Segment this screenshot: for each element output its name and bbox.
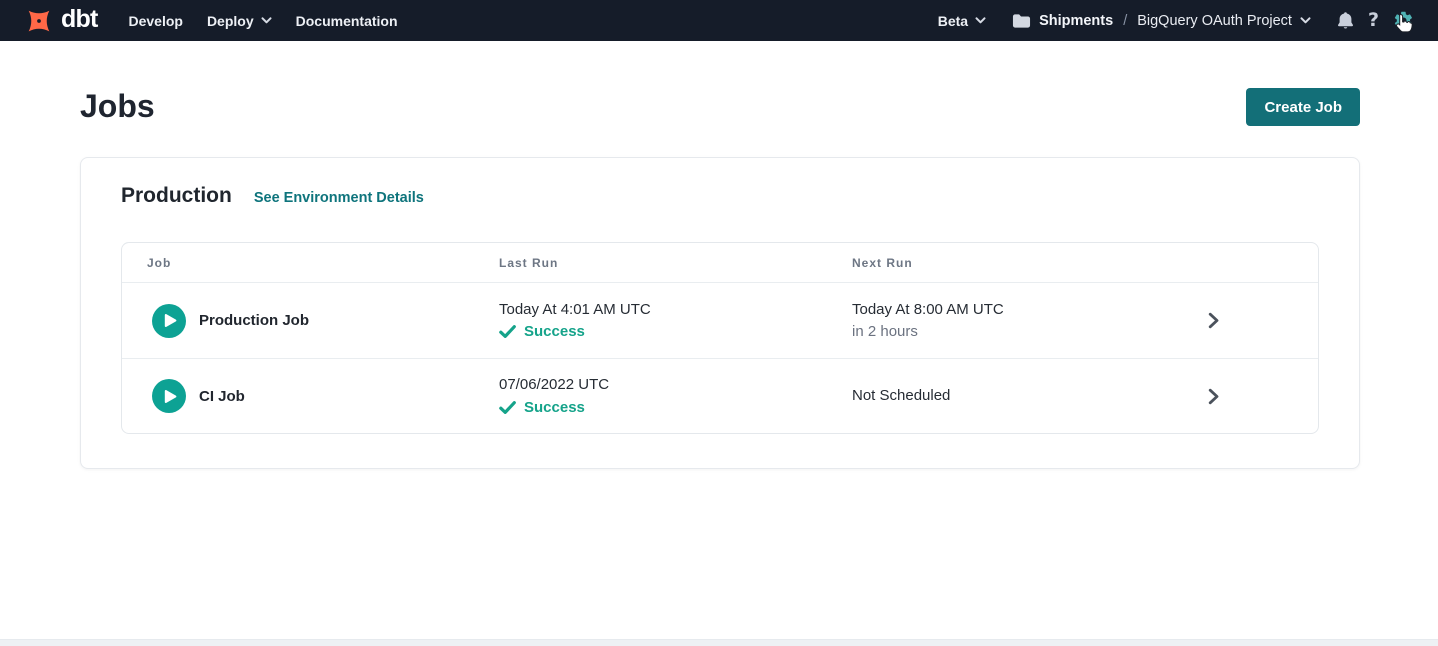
jobs-table: Job Last Run Next Run Production Job Tod… [121,242,1319,434]
play-icon [164,389,177,404]
nav-item-documentation-label: Documentation [296,13,398,29]
job-row-ci-job[interactable]: CI Job 07/06/2022 UTC Success Not Schedu… [122,358,1318,433]
page-content: Jobs Create Job Production See Environme… [0,87,1438,469]
status-label: Success [524,322,585,342]
job-name: CI Job [199,388,245,405]
breadcrumb-separator: / [1123,13,1127,29]
play-icon [164,313,177,328]
create-job-button[interactable]: Create Job [1246,88,1360,126]
help-icon: ? [1368,11,1379,30]
next-run-cell: Not Scheduled [852,386,1207,406]
last-run-cell: Today At 4:01 AM UTC Success [499,300,852,342]
navbar-right: Beta Shipments / BigQuery OAuth Project [938,10,1414,31]
job-cell: CI Job [147,379,499,413]
next-run-note: in 2 hours [852,322,1207,342]
run-job-button[interactable] [152,304,186,338]
status-label: Success [524,398,585,418]
navbar-icon-group: ? [1337,10,1414,31]
nav-item-develop-label: Develop [128,13,182,29]
chevron-right-icon [1208,388,1219,405]
jobs-table-header: Job Last Run Next Run [122,243,1318,283]
last-run-cell: 07/06/2022 UTC Success [499,375,852,417]
nav-item-documentation[interactable]: Documentation [296,13,398,29]
folder-icon [1012,13,1031,29]
page-header: Jobs Create Job [80,87,1360,127]
column-header-next-run: Next Run [852,256,1207,270]
run-job-button[interactable] [152,379,186,413]
beta-label: Beta [938,13,968,29]
job-row-production-job[interactable]: Production Job Today At 4:01 AM UTC Succ… [122,283,1318,358]
environment-card: Production See Environment Details Job L… [80,157,1360,469]
project-name: BigQuery OAuth Project [1137,13,1292,29]
row-open-chevron[interactable] [1207,388,1293,405]
last-run-time: Today At 4:01 AM UTC [499,300,852,320]
page-bottom-strip [0,639,1438,646]
nav-item-deploy-label: Deploy [207,13,254,29]
notifications-button[interactable] [1337,11,1354,30]
environment-details-link[interactable]: See Environment Details [254,190,424,206]
chevron-down-icon [975,17,986,24]
column-header-job: Job [147,256,499,270]
nav-item-develop[interactable]: Develop [128,13,182,29]
next-run-cell: Today At 8:00 AM UTC in 2 hours [852,300,1207,342]
next-run-time: Today At 8:00 AM UTC [852,300,1207,320]
row-open-chevron[interactable] [1207,312,1293,329]
help-button[interactable]: ? [1368,11,1379,30]
job-name: Production Job [199,312,309,329]
check-icon [499,325,516,338]
page-title: Jobs [80,89,155,124]
dbt-logo-icon [24,6,54,36]
project-picker[interactable]: Shipments / BigQuery OAuth Project [1012,13,1311,29]
environment-card-header: Production See Environment Details [121,184,1319,208]
chevron-right-icon [1208,312,1219,329]
top-navbar: dbt Develop Deploy Documentation Beta [0,0,1438,41]
chevron-down-icon [261,17,272,24]
primary-nav: Develop Deploy Documentation [128,13,397,29]
bell-icon [1337,11,1354,30]
dbt-logo-text: dbt [61,7,97,32]
nav-item-deploy[interactable]: Deploy [207,13,272,29]
gear-icon [1393,10,1414,31]
dbt-logo[interactable]: dbt [24,6,97,36]
settings-button[interactable] [1393,10,1414,31]
environment-name: Production [121,184,232,208]
project-account-name: Shipments [1039,13,1113,29]
check-icon [499,401,516,414]
next-run-time: Not Scheduled [852,386,1207,406]
last-run-status: Success [499,398,852,418]
last-run-status: Success [499,322,852,342]
column-header-last-run: Last Run [499,256,852,270]
beta-menu[interactable]: Beta [938,13,986,29]
job-cell: Production Job [147,304,499,338]
last-run-time: 07/06/2022 UTC [499,375,852,395]
chevron-down-icon [1300,17,1311,24]
